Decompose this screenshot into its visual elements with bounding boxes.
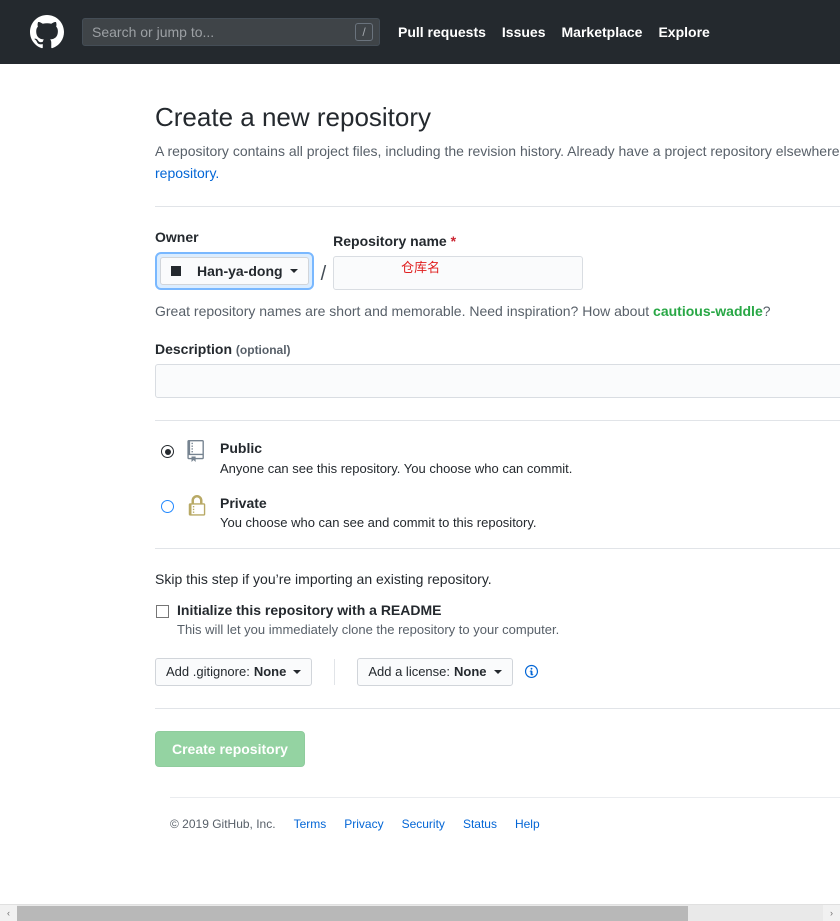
header-nav: Pull requests Issues Marketplace Explore	[398, 24, 726, 40]
visibility-public-text: Public Anyone can see this repository. Y…	[220, 439, 572, 475]
visibility-private-title: Private	[220, 494, 267, 511]
avatar-icon	[171, 266, 181, 277]
visibility-option-private[interactable]: Private You choose who can see and commi…	[155, 494, 840, 530]
visibility-option-public[interactable]: Public Anyone can see this repository. Y…	[155, 439, 840, 476]
create-repository-button[interactable]: Create repository	[155, 730, 305, 767]
radio-public[interactable]	[161, 445, 174, 459]
visibility-public-title: Public	[220, 440, 263, 457]
visibility-public-description: Anyone can see this repository. You choo…	[220, 460, 573, 476]
readme-text: Initialize this repository with a README	[177, 602, 441, 618]
divider-description	[155, 420, 840, 422]
browser-viewport: / Pull requests Issues Marketplace Explo…	[0, 0, 840, 921]
scrollbar-thumb[interactable]	[17, 905, 688, 921]
chevron-down-icon	[293, 669, 302, 674]
page-title: Create a new repository	[155, 102, 432, 132]
required-marker: *	[450, 233, 457, 250]
lock-icon	[187, 494, 211, 522]
gitignore-prefix: Add .gitignore:	[166, 664, 250, 680]
chevron-down-icon	[289, 269, 298, 274]
nav-item-pull-requests[interactable]: Pull requests	[398, 24, 486, 40]
readme-description: This will let you immediately clone the …	[177, 621, 560, 637]
scroll-right-arrow-icon[interactable]: ›	[823, 905, 840, 921]
scroll-left-arrow-icon[interactable]: ‹	[0, 905, 17, 921]
owner-name: Han-ya-dong	[197, 263, 283, 280]
repo-name-hint-suffix: ?	[762, 303, 771, 320]
owner-field: Owner Han-ya-dong	[155, 229, 314, 291]
page-lead-text: A repository contains all project files,…	[155, 143, 840, 159]
info-circle-icon[interactable]	[524, 664, 539, 679]
horizontal-scrollbar[interactable]: ‹ ›	[0, 904, 840, 921]
nav-item-issues[interactable]: Issues	[502, 24, 546, 40]
gitignore-value: None	[253, 664, 287, 680]
description-label-text: Description	[155, 341, 233, 358]
chevron-down-icon	[493, 669, 502, 674]
repo-name-field: Repository name * 仓库名	[333, 233, 584, 291]
owner-select-focus-ring: Han-ya-dong	[155, 252, 314, 291]
page-content: / Pull requests Issues Marketplace Explo…	[0, 0, 840, 900]
repo-name-hint-prefix: Great repository names are short and mem…	[155, 303, 654, 320]
select-divider	[334, 658, 336, 685]
owner-label: Owner	[155, 229, 199, 246]
description-optional-note: (optional)	[235, 343, 291, 358]
license-prefix: Add a license:	[368, 664, 451, 680]
site-footer: © 2019 GitHub, Inc. Terms Privacy Securi…	[170, 796, 840, 831]
search-shortcut-badge: /	[355, 23, 373, 41]
repo-name-hint: Great repository names are short and mem…	[155, 303, 840, 319]
owner-repo-separator: /	[320, 263, 327, 286]
github-mark-icon[interactable]	[30, 15, 64, 49]
template-selects-row: Add .gitignore: None Add a license: None	[155, 657, 840, 686]
footer-link-terms[interactable]: Terms	[294, 817, 327, 831]
skip-step-note: Skip this step if you’re importing an ex…	[155, 570, 492, 587]
owner-repo-row: Owner Han-ya-dong / Repository name * 仓库…	[155, 229, 840, 291]
page-lead: A repository contains all project files,…	[155, 141, 840, 184]
visibility-private-description: You choose who can see and commit to thi…	[220, 514, 537, 530]
repo-book-icon	[187, 439, 211, 467]
license-value: None	[454, 664, 487, 680]
description-field: Description (optional)	[155, 341, 840, 399]
repo-name-input[interactable]	[333, 256, 584, 291]
search-input[interactable]	[82, 18, 380, 46]
readme-title: Initialize this repository with a README	[177, 601, 442, 618]
readme-checkbox-row[interactable]: Initialize this repository with a README	[155, 602, 840, 618]
description-input[interactable]	[155, 364, 840, 399]
footer-link-security[interactable]: Security	[402, 817, 445, 831]
search-box[interactable]: /	[82, 18, 380, 46]
divider-visibility	[155, 547, 840, 549]
divider-bottom	[155, 707, 840, 709]
footer-left: © 2019 GitHub, Inc. Terms Privacy Securi…	[170, 817, 558, 831]
gitignore-select-button[interactable]: Add .gitignore: None	[155, 657, 313, 686]
footer-link-status[interactable]: Status	[463, 817, 497, 831]
license-select-button[interactable]: Add a license: None	[357, 657, 513, 686]
footer-link-help[interactable]: Help	[515, 817, 540, 831]
repo-name-label-text: Repository name	[333, 233, 447, 250]
visibility-private-text: Private You choose who can see and commi…	[220, 494, 537, 530]
nav-item-explore[interactable]: Explore	[658, 24, 709, 40]
nav-item-marketplace[interactable]: Marketplace	[562, 24, 643, 40]
footer-copyright: © 2019 GitHub, Inc.	[170, 816, 276, 831]
repo-name-label: Repository name *	[333, 233, 583, 249]
readme-checkbox[interactable]	[156, 604, 169, 618]
visibility-group: Public Anyone can see this repository. Y…	[155, 439, 840, 530]
suggested-name-link[interactable]: cautious-waddle	[653, 303, 763, 319]
description-label: Description (optional)	[155, 341, 840, 357]
footer-link-privacy[interactable]: Privacy	[344, 817, 383, 831]
divider-top	[155, 206, 840, 208]
radio-private[interactable]	[161, 499, 174, 513]
main-content: Create a new repository A repository con…	[0, 64, 840, 831]
owner-select-button[interactable]: Han-ya-dong	[160, 257, 309, 286]
scrollbar-track[interactable]	[17, 904, 823, 921]
site-header: / Pull requests Issues Marketplace Explo…	[0, 0, 840, 64]
